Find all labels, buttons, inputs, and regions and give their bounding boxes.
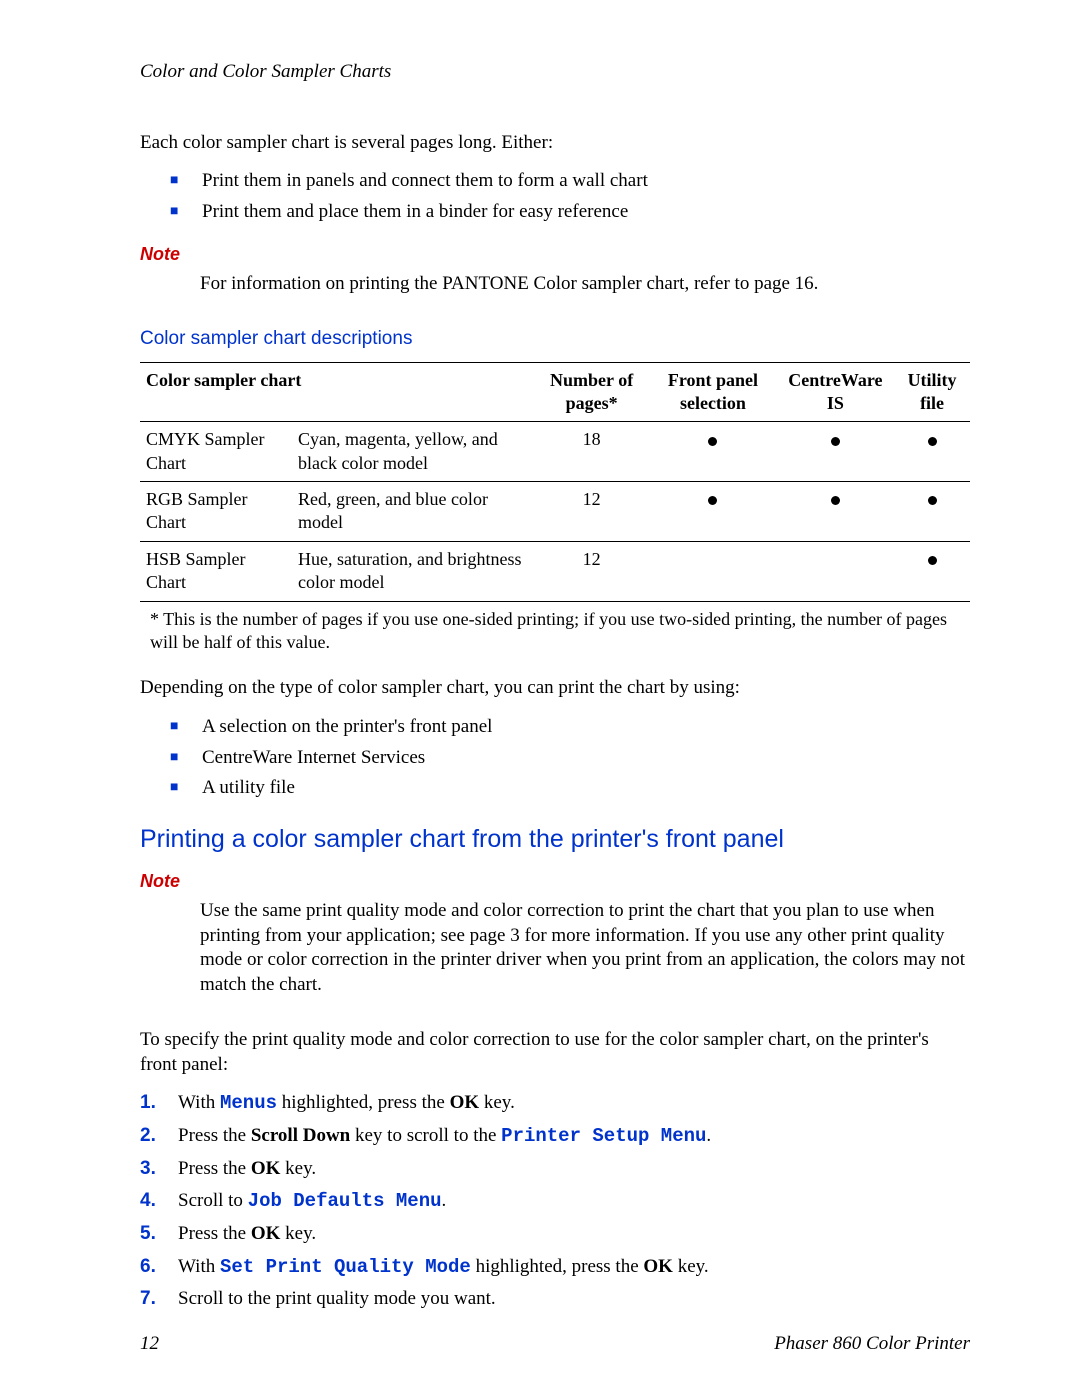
t: OK: [450, 1092, 480, 1113]
t: OK: [251, 1223, 281, 1244]
page-footer: 12 Phaser 860 Color Printer: [140, 1332, 970, 1357]
th-front: Front panel selection: [649, 362, 776, 422]
dot-icon: [708, 437, 717, 446]
cell-front: [649, 422, 776, 482]
table-row: HSB Sampler Chart Hue, saturation, and b…: [140, 541, 970, 601]
list-item: A selection on the printer's front panel: [140, 715, 970, 740]
dot-icon: [928, 437, 937, 446]
dot-icon: [708, 496, 717, 505]
cell-name: CMYK Sampler Chart: [140, 422, 292, 482]
step-item: Scroll to the print quality mode you wan…: [140, 1287, 970, 1312]
t: key.: [673, 1256, 709, 1277]
menu-ref: Menus: [220, 1092, 277, 1114]
list-item: Print them in panels and connect them to…: [140, 169, 970, 194]
t: Press the: [178, 1158, 251, 1179]
dot-icon: [831, 437, 840, 446]
steps-list: With Menus highlighted, press the OK key…: [140, 1091, 970, 1312]
section-heading: Printing a color sampler chart from the …: [140, 823, 970, 856]
t: highlighted, press the: [277, 1092, 450, 1113]
cell-cw: [777, 422, 895, 482]
sampler-table: Color sampler chart Number of pages* Fro…: [140, 362, 970, 602]
note-label: Note: [140, 870, 970, 893]
cell-name: HSB Sampler Chart: [140, 541, 292, 601]
step-item: With Set Print Quality Mode highlighted,…: [140, 1255, 970, 1280]
cell-pages: 12: [534, 482, 649, 542]
note-body: For information on printing the PANTONE …: [200, 272, 970, 297]
t: Scroll Down: [251, 1125, 350, 1146]
cell-desc: Cyan, magenta, yellow, and black color m…: [292, 422, 534, 482]
t: Press the: [178, 1223, 251, 1244]
document-page: Color and Color Sampler Charts Each colo…: [0, 0, 1080, 1397]
running-head: Color and Color Sampler Charts: [140, 60, 970, 85]
th-util: Utility file: [894, 362, 970, 422]
t: With: [178, 1256, 220, 1277]
t: Press the: [178, 1125, 251, 1146]
step-item: With Menus highlighted, press the OK key…: [140, 1091, 970, 1116]
cell-cw: [777, 482, 895, 542]
t: .: [442, 1190, 447, 1211]
table-heading: Color sampler chart descriptions: [140, 327, 970, 352]
cell-util: [894, 482, 970, 542]
cell-util: [894, 541, 970, 601]
cell-pages: 18: [534, 422, 649, 482]
th-pages: Number of pages*: [534, 362, 649, 422]
page-number: 12: [140, 1332, 159, 1357]
dot-icon: [831, 496, 840, 505]
dot-icon: [928, 496, 937, 505]
cell-pages: 12: [534, 541, 649, 601]
menu-ref: Job Defaults Menu: [248, 1190, 442, 1212]
footer-title: Phaser 860 Color Printer: [774, 1332, 970, 1357]
intro-text: Each color sampler chart is several page…: [140, 131, 970, 156]
specify-text: To specify the print quality mode and co…: [140, 1028, 970, 1077]
t: OK: [251, 1158, 281, 1179]
depend-text: Depending on the type of color sampler c…: [140, 676, 970, 701]
t: Scroll to: [178, 1190, 248, 1211]
t: key.: [479, 1092, 515, 1113]
th-cw: CentreWare IS: [777, 362, 895, 422]
t: OK: [643, 1256, 673, 1277]
menu-ref: Set Print Quality Mode: [220, 1256, 471, 1278]
step-item: Scroll to Job Defaults Menu.: [140, 1189, 970, 1214]
depend-bullet-list: A selection on the printer's front panel…: [140, 715, 970, 801]
cell-front: [649, 541, 776, 601]
t: highlighted, press the: [471, 1256, 644, 1277]
t: key.: [280, 1223, 316, 1244]
cell-name: RGB Sampler Chart: [140, 482, 292, 542]
step-item: Press the OK key.: [140, 1222, 970, 1247]
t: key.: [280, 1158, 316, 1179]
t: With: [178, 1092, 220, 1113]
cell-cw: [777, 541, 895, 601]
list-item: A utility file: [140, 776, 970, 801]
cell-front: [649, 482, 776, 542]
list-item: Print them and place them in a binder fo…: [140, 200, 970, 225]
step-item: Press the Scroll Down key to scroll to t…: [140, 1124, 970, 1149]
cell-desc: Red, green, and blue color model: [292, 482, 534, 542]
table-footnote: * This is the number of pages if you use…: [150, 608, 970, 655]
menu-ref: Printer Setup Menu: [501, 1125, 706, 1147]
table-row: RGB Sampler Chart Red, green, and blue c…: [140, 482, 970, 542]
cell-util: [894, 422, 970, 482]
note-body: Use the same print quality mode and colo…: [200, 899, 970, 998]
dot-icon: [928, 556, 937, 565]
step-item: Press the OK key.: [140, 1157, 970, 1182]
cell-desc: Hue, saturation, and brightness color mo…: [292, 541, 534, 601]
t: key to scroll to the: [350, 1125, 501, 1146]
table-row: CMYK Sampler Chart Cyan, magenta, yellow…: [140, 422, 970, 482]
t: .: [706, 1125, 711, 1146]
note-label: Note: [140, 243, 970, 266]
list-item: CentreWare Internet Services: [140, 746, 970, 771]
intro-bullet-list: Print them in panels and connect them to…: [140, 169, 970, 224]
th-chart: Color sampler chart: [140, 362, 534, 422]
